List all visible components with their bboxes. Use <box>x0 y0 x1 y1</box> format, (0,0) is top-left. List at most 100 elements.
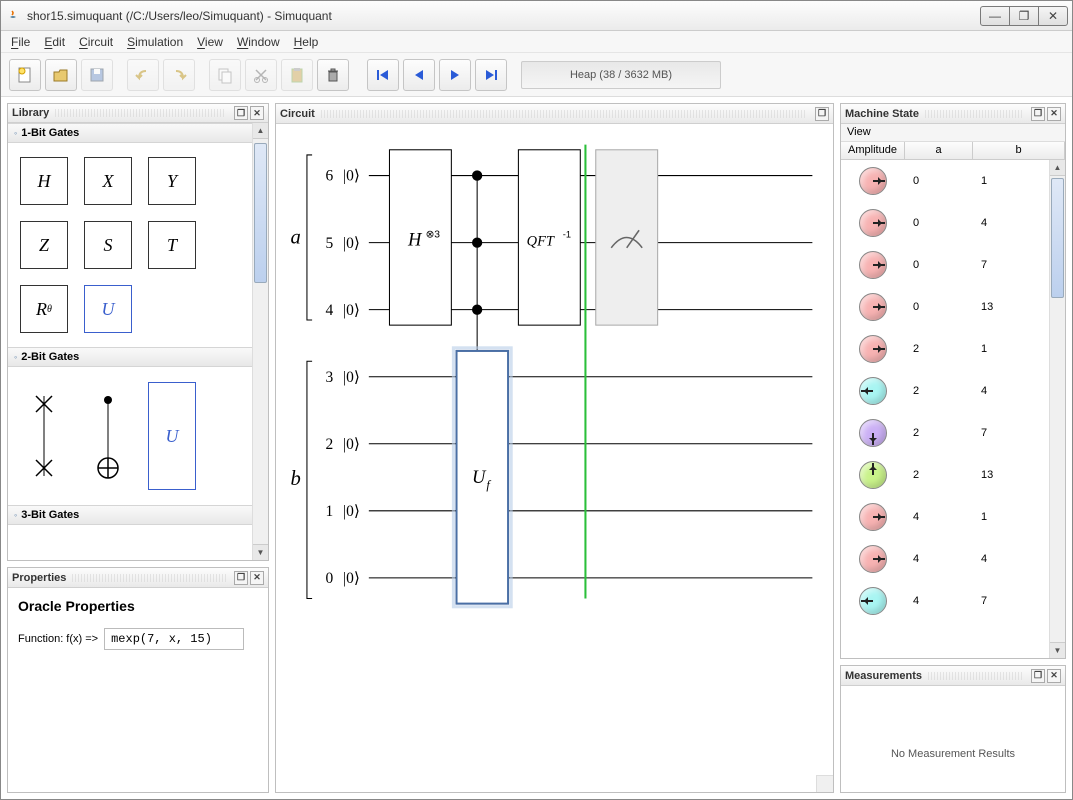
func-input[interactable] <box>104 628 244 650</box>
amplitude-icon <box>859 587 887 615</box>
menu-edit[interactable]: Edit <box>44 35 65 49</box>
meas-close-button[interactable]: ✕ <box>1047 669 1061 683</box>
amplitude-icon <box>859 209 887 237</box>
menu-help[interactable]: Help <box>294 35 319 49</box>
gate-h[interactable]: H <box>20 157 68 205</box>
delete-button[interactable] <box>317 59 349 91</box>
copy-button[interactable] <box>209 59 241 91</box>
ms-b-value: 1 <box>973 511 1049 523</box>
undo-button[interactable] <box>127 59 159 91</box>
step-back-button[interactable] <box>403 59 435 91</box>
lib-section-2bit[interactable]: ◦2-Bit Gates <box>8 347 252 367</box>
open-button[interactable] <box>45 59 77 91</box>
redo-button[interactable] <box>163 59 195 91</box>
minimize-button[interactable]: — <box>980 6 1010 26</box>
ms-row[interactable]: 21 <box>841 328 1049 370</box>
col-b[interactable]: b <box>973 142 1065 159</box>
ms-row[interactable]: 213 <box>841 454 1049 496</box>
svg-text:1: 1 <box>326 503 334 520</box>
gate-rtheta[interactable]: Rθ <box>20 285 68 333</box>
ms-row[interactable]: 013 <box>841 286 1049 328</box>
meas-empty: No Measurement Results <box>841 686 1065 792</box>
ms-row[interactable]: 07 <box>841 244 1049 286</box>
amplitude-icon <box>859 293 887 321</box>
svg-text:6: 6 <box>326 168 334 185</box>
paste-button[interactable] <box>281 59 313 91</box>
props-close-button[interactable]: ✕ <box>250 571 264 585</box>
ms-view-menu[interactable]: View <box>847 126 871 138</box>
ms-row[interactable]: 47 <box>841 580 1049 622</box>
gate-x[interactable]: X <box>84 157 132 205</box>
circuit-panel: Circuit ❐ a b <box>275 103 834 793</box>
library-max-button[interactable]: ❐ <box>234 106 248 120</box>
gate-y[interactable]: Y <box>148 157 196 205</box>
circuit-canvas[interactable]: a b <box>276 124 833 792</box>
reg-a-label: a <box>290 227 300 249</box>
save-button[interactable] <box>81 59 113 91</box>
props-max-button[interactable]: ❐ <box>234 571 248 585</box>
ms-scrollbar[interactable]: ▲▼ <box>1049 160 1065 658</box>
ms-row[interactable]: 44 <box>841 538 1049 580</box>
meas-title: Measurements <box>845 670 922 682</box>
cut-button[interactable] <box>245 59 277 91</box>
ms-max-button[interactable]: ❐ <box>1031 107 1045 121</box>
gate-cnot[interactable] <box>84 381 132 491</box>
gate-s[interactable]: S <box>84 221 132 269</box>
gate-t[interactable]: T <box>148 221 196 269</box>
circuit-max-button[interactable]: ❐ <box>815 107 829 121</box>
workspace: Library ❐ ✕ ◦1-Bit Gates H X Y Z S T <box>1 97 1072 799</box>
gate-u[interactable]: U <box>84 285 132 333</box>
lib-section-1bit[interactable]: ◦1-Bit Gates <box>8 123 252 143</box>
ms-b-value: 7 <box>973 427 1049 439</box>
close-button[interactable]: ✕ <box>1038 6 1068 26</box>
library-close-button[interactable]: ✕ <box>250 106 264 120</box>
menu-circuit[interactable]: Circuit <box>79 35 113 49</box>
library-title: Library <box>12 107 49 119</box>
library-scrollbar[interactable]: ▲▼ <box>252 123 268 560</box>
java-icon <box>5 8 21 24</box>
amplitude-icon <box>859 461 887 489</box>
titlebar[interactable]: shor15.simuquant (/C:/Users/leo/Simuquan… <box>1 1 1072 31</box>
window-title: shor15.simuquant (/C:/Users/leo/Simuquan… <box>27 9 981 23</box>
heap-status[interactable]: Heap (38 / 3632 MB) <box>521 61 721 89</box>
lib-section-3bit[interactable]: ◦3-Bit Gates <box>8 505 252 525</box>
gate-z[interactable]: Z <box>20 221 68 269</box>
ms-b-value: 4 <box>973 217 1049 229</box>
menu-view[interactable]: View <box>197 35 223 49</box>
amplitude-icon <box>859 377 887 405</box>
menu-file[interactable]: File <box>11 35 30 49</box>
step-last-button[interactable] <box>475 59 507 91</box>
gate-swap[interactable] <box>20 381 68 491</box>
ms-b-value: 1 <box>973 175 1049 187</box>
svg-text:|0⟩: |0⟩ <box>343 503 360 520</box>
amplitude-icon <box>859 503 887 531</box>
ms-a-value: 0 <box>905 259 973 271</box>
toolbar: Heap (38 / 3632 MB) <box>1 53 1072 97</box>
ms-row[interactable]: 04 <box>841 202 1049 244</box>
machine-state-panel: Machine State ❐ ✕ View Amplitude a b 010… <box>840 103 1066 659</box>
ms-b-value: 13 <box>973 301 1049 313</box>
ms-a-value: 4 <box>905 595 973 607</box>
ms-a-value: 0 <box>905 175 973 187</box>
step-forward-button[interactable] <box>439 59 471 91</box>
col-a[interactable]: a <box>905 142 973 159</box>
step-first-button[interactable] <box>367 59 399 91</box>
svg-text:|0⟩: |0⟩ <box>343 436 360 453</box>
meas-max-button[interactable]: ❐ <box>1031 669 1045 683</box>
properties-panel: Properties ❐ ✕ Oracle Properties Functio… <box>7 567 269 793</box>
ms-row[interactable]: 01 <box>841 160 1049 202</box>
menu-simulation[interactable]: Simulation <box>127 35 183 49</box>
svg-text:|0⟩: |0⟩ <box>343 369 360 386</box>
ms-row[interactable]: 24 <box>841 370 1049 412</box>
new-button[interactable] <box>9 59 41 91</box>
ms-close-button[interactable]: ✕ <box>1047 107 1061 121</box>
col-amplitude[interactable]: Amplitude <box>841 142 905 159</box>
ms-row[interactable]: 41 <box>841 496 1049 538</box>
ms-row[interactable]: 27 <box>841 412 1049 454</box>
svg-text:0: 0 <box>326 570 334 587</box>
svg-text:U: U <box>472 467 487 488</box>
menu-window[interactable]: Window <box>237 35 280 49</box>
ms-b-value: 4 <box>973 553 1049 565</box>
gate-cu[interactable]: U <box>148 381 196 491</box>
maximize-button[interactable]: ❐ <box>1009 6 1039 26</box>
